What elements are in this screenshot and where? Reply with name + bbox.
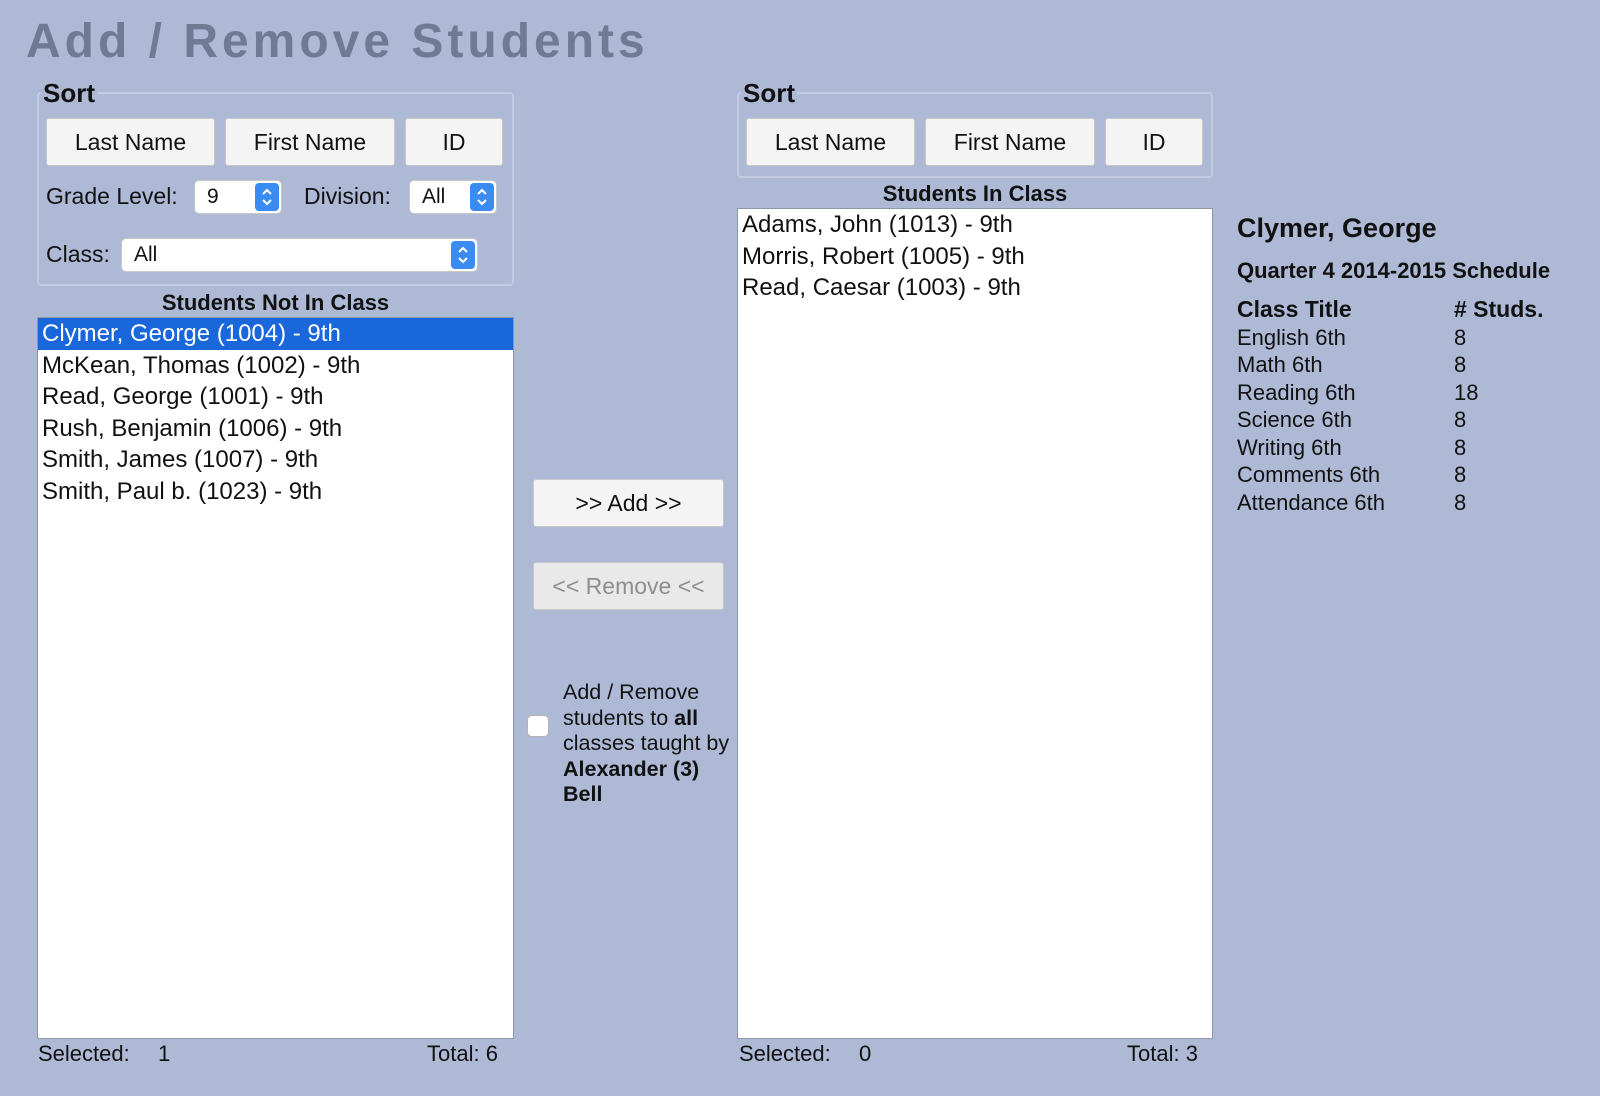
class-count-cell: 8	[1454, 434, 1467, 460]
division-value: All	[422, 185, 446, 208]
students-in-class-list[interactable]: Adams, John (1013) - 9th Morris, Robert …	[737, 208, 1213, 1039]
students-not-in-class-list[interactable]: Clymer, George (1004) - 9th McKean, Thom…	[37, 317, 514, 1039]
class-count-cell: 8	[1454, 352, 1467, 377]
list-item[interactable]: Clymer, George (1004) - 9th	[38, 318, 513, 350]
table-row: Comments 6th 8	[1237, 461, 1587, 489]
class-title-cell: Science 6th	[1237, 407, 1352, 432]
grade-level-select[interactable]: 9	[194, 180, 282, 214]
table-row: Reading 6th 18	[1237, 379, 1587, 407]
all-classes-note: Add / Remove students to all classes tau…	[563, 680, 739, 808]
right-sort-id-button[interactable]: ID	[1105, 118, 1203, 166]
left-sort-title: Sort	[41, 78, 97, 109]
schedule-table: Class Title # Studs. English 6th 8 Math 6…	[1237, 296, 1587, 516]
division-label: Division:	[304, 183, 391, 209]
division-stepper-icon[interactable]	[470, 183, 494, 211]
left-sort-id-button[interactable]: ID	[405, 118, 503, 166]
list-item[interactable]: Adams, John (1013) - 9th	[738, 209, 1212, 241]
class-count-cell: 8	[1454, 462, 1467, 487]
class-title-cell: Reading 6th	[1237, 379, 1356, 405]
grade-level-stepper-icon[interactable]	[255, 183, 279, 211]
left-total: Total: 6	[427, 1041, 498, 1066]
left-sort-last-name-button[interactable]: Last Name	[46, 118, 215, 166]
class-title-cell: Comments 6th	[1237, 462, 1381, 487]
all-classes-checkbox[interactable]	[527, 715, 549, 737]
class-stepper-icon[interactable]	[451, 241, 475, 269]
note-bold-all: all	[674, 705, 699, 730]
right-selected-label: Selected:	[739, 1041, 831, 1066]
list-item[interactable]: Read, Caesar (1003) - 9th	[738, 272, 1212, 304]
remove-button[interactable]: << Remove <<	[533, 562, 724, 610]
class-count-cell: 8	[1454, 489, 1467, 515]
schedule-subtitle: Quarter 4 2014-2015 Schedule	[1237, 258, 1551, 283]
table-row: Writing 6th 8	[1237, 434, 1587, 462]
list-item[interactable]: McKean, Thomas (1002) - 9th	[38, 350, 513, 382]
page-title: Add / Remove Students	[26, 15, 649, 68]
left-selected-label: Selected:	[38, 1041, 130, 1066]
list-item[interactable]: Read, George (1001) - 9th	[38, 381, 513, 413]
list-item[interactable]: Smith, James (1007) - 9th	[38, 444, 513, 476]
schedule-student-name: Clymer, George	[1237, 213, 1437, 243]
right-sort-first-name-button[interactable]: First Name	[925, 118, 1095, 166]
class-count-cell: 18	[1454, 379, 1479, 405]
table-row: Science 6th 8	[1237, 406, 1587, 434]
students-not-in-class-title: Students Not In Class	[161, 290, 390, 315]
note-bold-teacher: Alexander (3) Bell	[563, 756, 700, 807]
right-sort-title: Sort	[741, 78, 797, 109]
list-item[interactable]: Rush, Benjamin (1006) - 9th	[38, 413, 513, 445]
list-item[interactable]: Morris, Robert (1005) - 9th	[738, 241, 1212, 273]
class-title-cell: Math 6th	[1237, 352, 1323, 377]
left-sort-first-name-button[interactable]: First Name	[225, 118, 395, 166]
left-selected-count: 1	[158, 1041, 171, 1066]
schedule-col-count: # Studs.	[1454, 296, 1544, 322]
students-in-class-title: Students In Class	[882, 181, 1068, 206]
grade-level-label: Grade Level:	[46, 183, 178, 209]
division-select[interactable]: All	[409, 180, 497, 214]
add-button[interactable]: >> Add >>	[533, 479, 724, 527]
table-row: English 6th 8	[1237, 324, 1587, 352]
class-title-cell: Attendance 6th	[1237, 489, 1386, 515]
class-count-cell: 8	[1454, 324, 1467, 350]
right-total: Total: 3	[1127, 1041, 1198, 1066]
right-selected-count: 0	[859, 1041, 872, 1066]
note-text-2: classes taught by	[563, 731, 730, 755]
class-label: Class:	[46, 241, 110, 267]
list-item[interactable]: Smith, Paul b. (1023) - 9th	[38, 476, 513, 508]
grade-level-value: 9	[207, 185, 219, 208]
class-count-cell: 8	[1454, 407, 1467, 432]
right-sort-last-name-button[interactable]: Last Name	[746, 118, 915, 166]
schedule-col-class: Class Title	[1237, 296, 1352, 322]
schedule-header-row: Class Title # Studs.	[1237, 296, 1587, 324]
table-row: Math 6th 8	[1237, 351, 1587, 379]
class-title-cell: Writing 6th	[1237, 434, 1342, 460]
class-title-cell: English 6th	[1237, 324, 1346, 350]
class-value: All	[134, 243, 158, 266]
class-select[interactable]: All	[121, 238, 478, 272]
table-row: Attendance 6th 8	[1237, 489, 1587, 517]
